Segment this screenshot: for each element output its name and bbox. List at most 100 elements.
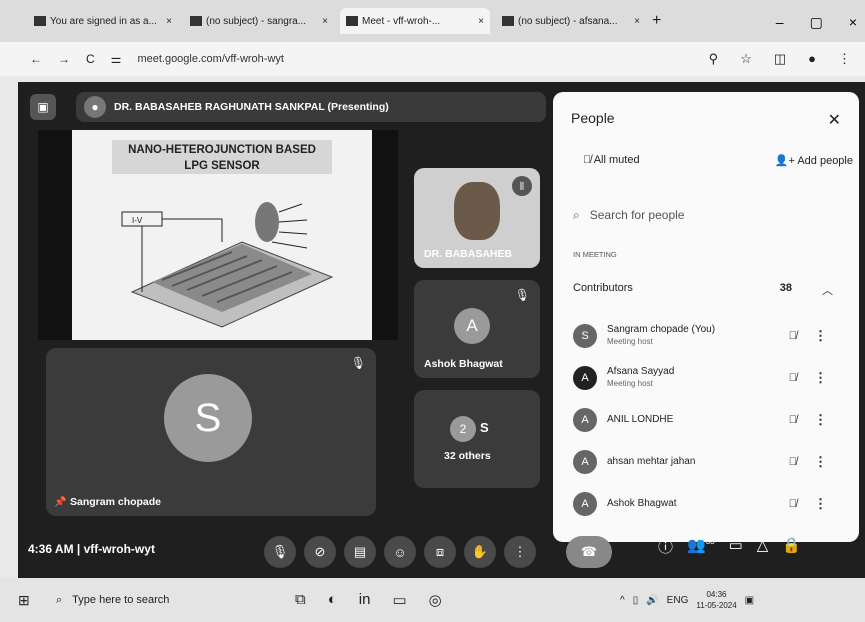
tab-title: Meet - vff-wroh-... [362,15,441,27]
more-options-icon[interactable]: ⋮ [814,328,827,344]
people-panel: People ✕ 🎙̸ All muted 👤+ Add people ⌕ Se… [553,92,859,542]
chevron-up-icon[interactable]: ︿ [822,282,833,298]
site-settings-icon[interactable]: ⚌ [111,52,122,66]
mic-off-icon[interactable]: 🎙̸ [789,498,797,510]
browser-tab-strip: You are signed in as a... × (no subject) … [0,0,865,42]
windows-start-icon[interactable]: ⊞ [18,592,30,609]
mic-off-icon[interactable]: 🎙̸ [789,414,797,426]
participant-row[interactable]: A ahsan mehtar jahan 🎙̸ ⋮ [573,442,843,482]
presenting-icon: ● [84,96,106,118]
taskbar-search[interactable]: ⌕ Type here to search [56,594,169,607]
avatar: A [454,308,490,344]
linkedin-icon[interactable]: in [359,591,371,609]
camera-toggle-button[interactable]: ⊘ [304,536,336,568]
reload-icon[interactable]: C [86,52,95,66]
tab-close-icon[interactable]: × [478,16,484,27]
task-view-icon[interactable]: ⧉ [295,591,306,609]
raise-hand-button[interactable]: ✋ [464,536,496,568]
all-muted-button[interactable]: 🎙̸ All muted [583,154,640,167]
participant-name: Ashok Bhagwat [607,498,677,509]
tray-chevron-icon[interactable]: ^ [620,595,625,606]
participant-row[interactable]: A ANIL LONDHE 🎙̸ ⋮ [573,400,843,440]
participant-name: Sangram chopade (You) [607,324,716,335]
captions-button[interactable]: ▤ [344,536,376,568]
close-window-button[interactable]: × [849,14,857,31]
all-muted-label: All muted [593,154,640,166]
new-tab-button[interactable]: + [652,12,661,30]
section-label: IN MEETING [573,250,617,259]
info-icon[interactable]: ⓘ [658,536,673,557]
present-button[interactable]: ⧈ [424,536,456,568]
browser-tab[interactable]: You are signed in as a... × [28,8,178,34]
maximize-button[interactable]: ▢ [810,14,823,31]
search-icon: ⌕ [56,593,63,606]
others-tile[interactable]: 2 S 32 others [414,390,540,488]
side-panel-icon[interactable]: ◫ [774,51,786,67]
participant-tile-sangram[interactable]: 🎙 S Sangram chopade 📌 [46,348,376,516]
mic-off-icon: 🎙̸ [583,154,594,166]
tab-close-icon[interactable]: × [166,16,172,27]
host-controls-icon[interactable]: 🔒 [782,536,801,557]
taskbar-search-input[interactable]: Type here to search [72,594,169,606]
participant-row[interactable]: S Sangram chopade (You) Meeting host 🎙̸ ⋮ [573,316,843,356]
participant-row[interactable]: A Ashok Bhagwat 🎙̸ ⋮ [573,484,843,524]
minimize-button[interactable]: – [776,14,784,31]
browser-tab-active[interactable]: Meet - vff-wroh-... × [340,8,490,34]
language-indicator[interactable]: ENG [667,595,689,606]
bookmark-star-icon[interactable]: ☆ [740,51,752,67]
presentation-tile[interactable]: NANO-HETEROJUNCTION BASED LPG SENSOR I-V [38,130,398,340]
more-options-icon[interactable]: ⋮ [814,454,827,470]
activities-icon[interactable]: △ [757,536,769,557]
mic-off-icon[interactable]: 🎙̸ [789,456,797,468]
people-search[interactable]: ⌕ Search for people [573,200,843,230]
profile-icon[interactable]: ● [808,51,816,67]
pin-icon[interactable]: 📌 [54,497,66,508]
more-options-icon[interactable]: ⋮ [814,496,827,512]
contributors-header[interactable]: Contributors 38 ︿ [573,282,833,298]
participant-tile-ashok[interactable]: 🎙 A Ashok Bhagwat [414,280,540,378]
mic-off-icon[interactable]: 🎙̸ [789,372,797,384]
tab-close-icon[interactable]: × [634,16,640,27]
people-count-badge: 33 [705,537,715,546]
gmail-icon [502,16,514,26]
browser-tab[interactable]: (no subject) - sangra... × [184,8,334,34]
menu-dots-icon[interactable]: ⋮ [838,51,851,67]
volume-icon[interactable]: 🔊 [646,595,658,606]
url-field[interactable]: meet.google.com/vff-wroh-wyt [137,53,284,65]
network-icon[interactable]: ▯ [633,595,639,606]
avatar: S [164,374,252,462]
emoji-button[interactable]: ☺ [384,536,416,568]
system-tray: ^ ▯ 🔊 ENG 04:36 11-05-2024 ▣ [620,589,754,611]
participant-name: Afsana Sayyad [607,366,675,377]
people-panel-title: People [571,110,615,126]
mic-toggle-button[interactable]: 🎙 [264,536,296,568]
people-icon[interactable]: 👥33 [687,536,715,557]
close-icon[interactable]: ✕ [828,110,841,130]
file-explorer-icon[interactable]: ▭ [392,591,406,609]
browser-tab[interactable]: (no subject) - afsana... × [496,8,646,34]
taskbar-clock[interactable]: 04:36 11-05-2024 [696,589,736,611]
notification-icon[interactable]: ▣ [745,595,754,606]
layout-icon[interactable]: ▣ [30,94,56,120]
more-options-button[interactable]: ⋮ [504,536,536,568]
add-people-button[interactable]: 👤+ Add people [775,154,853,167]
extension-icon[interactable]: ⚲ [709,51,719,67]
forward-icon[interactable]: → [58,52,70,66]
search-input[interactable]: Search for people [590,208,685,222]
participant-name: ahsan mehtar jahan [607,456,696,467]
edge-icon[interactable]: ◐ [328,591,337,609]
leave-call-button[interactable]: ☎ [566,536,612,568]
more-options-icon[interactable]: ⋮ [814,370,827,386]
back-icon[interactable]: ← [30,52,42,66]
avatar: A [573,408,597,432]
chat-icon[interactable]: ▭ [729,536,743,557]
tab-close-icon[interactable]: × [322,16,328,27]
slide-title: NANO-HETEROJUNCTION BASED LPG SENSOR [112,140,332,174]
more-options-icon[interactable]: ⋮ [814,412,827,428]
meeting-info: 4:36 AM | vff-wroh-wyt [28,542,155,556]
chrome-icon[interactable]: ◎ [429,591,442,609]
participant-row[interactable]: A Afsana Sayyad Meeting host 🎙̸ ⋮ [573,358,843,398]
call-controls: 4:36 AM | vff-wroh-wyt 🎙 ⊘ ▤ ☺ ⧈ ✋ ⋮ [18,522,553,578]
mic-off-icon[interactable]: 🎙̸ [789,330,797,342]
presenter-video-tile[interactable]: ⫼ DR. BABASAHEB [414,168,540,268]
